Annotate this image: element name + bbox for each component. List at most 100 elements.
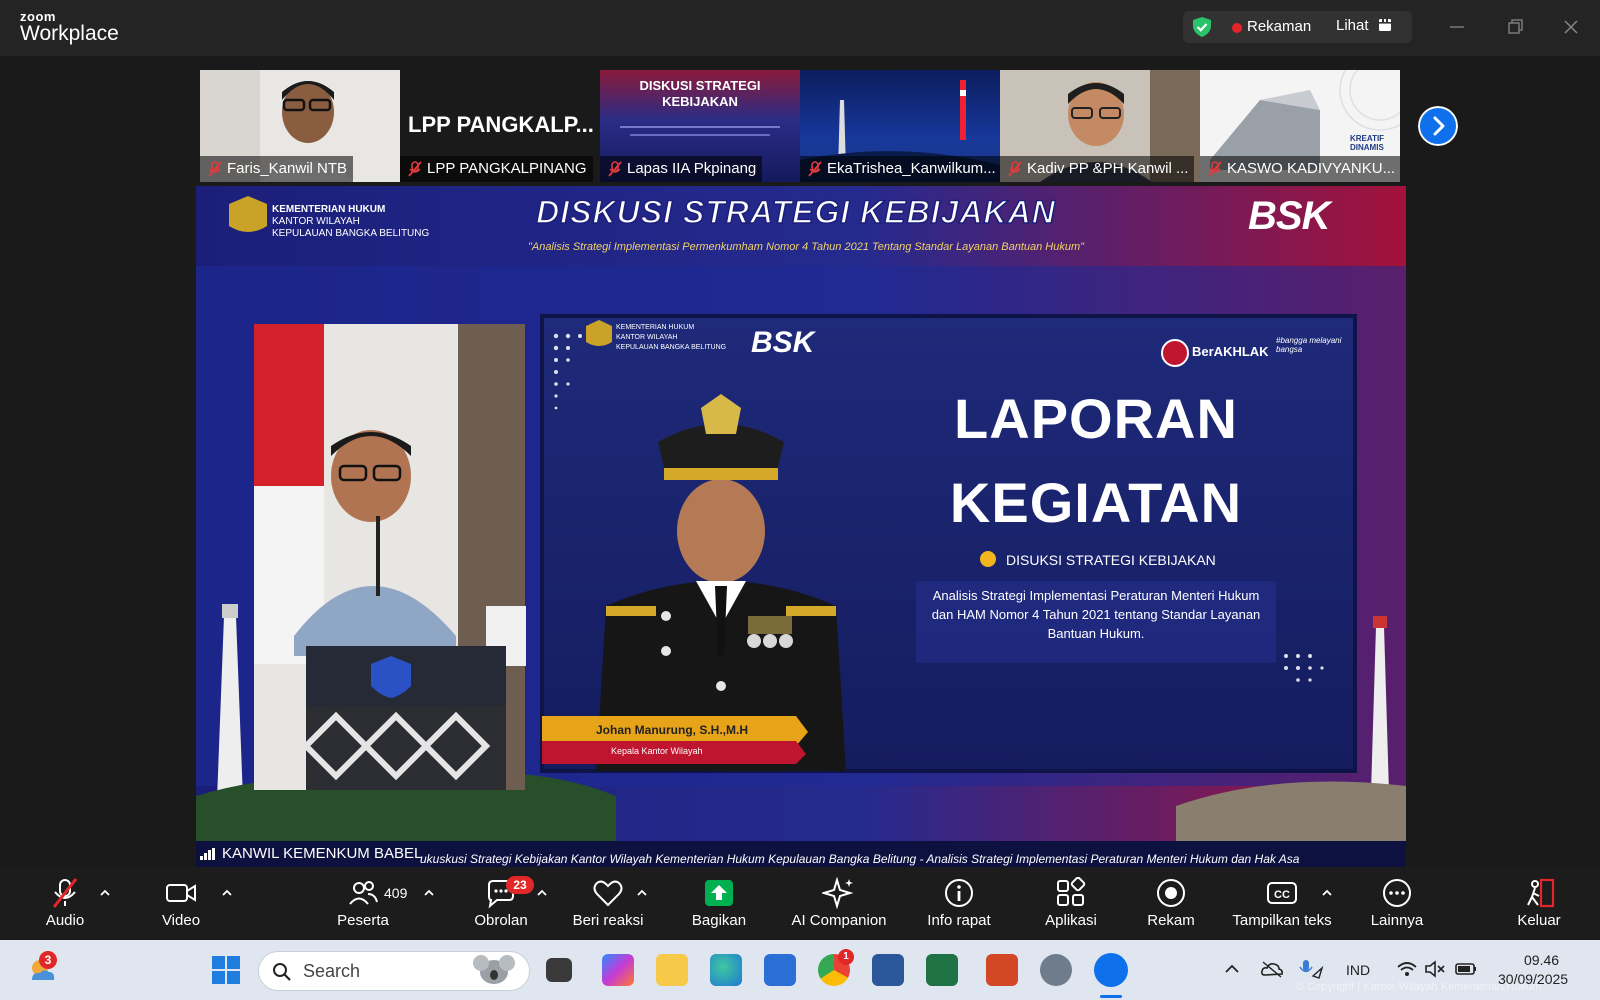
microphone-location-icon[interactable] <box>1298 958 1324 980</box>
participants-options-chevron-icon[interactable] <box>423 888 435 898</box>
wifi-icon[interactable] <box>1396 960 1418 978</box>
captions-label: Tampilkan teks <box>1232 912 1332 929</box>
banner-org-line1: KEMENTERIAN HUKUM <box>272 204 386 215</box>
koala-search-highlight-icon <box>473 955 515 984</box>
copilot-icon[interactable] <box>602 954 634 986</box>
active-speaker-label: KANWIL KEMENKUM BABEL <box>200 845 422 862</box>
slide-event-label: DISUKSI STRATEGI KEBIJAKAN <box>1006 552 1216 568</box>
thumbnail-tile[interactable]: Faris_Kanwil NTB <box>200 70 400 182</box>
chrome-profile-badge: 1 <box>838 949 854 965</box>
thumbnail-banner-text: KREATIF DINAMIS <box>1350 134 1385 152</box>
active-app-indicator <box>1100 995 1122 998</box>
berakhlak-logo: BerAKHLAK <box>1192 344 1269 359</box>
react-button[interactable]: Beri reaksi <box>570 867 646 940</box>
signal-strength-icon <box>200 847 215 860</box>
search-icon <box>273 963 291 981</box>
slide-person-title: Kepala Kantor Wilayah <box>611 746 703 756</box>
thumbnail-name-text: EkaTrishea_Kanwilkum... <box>827 160 996 177</box>
video-options-chevron-icon[interactable] <box>221 888 233 898</box>
ai-companion-label: AI Companion <box>791 912 887 929</box>
audio-options-chevron-icon[interactable] <box>99 888 111 898</box>
zoom-window: zoom Workplace Rekaman Lihat Faris_Kanwi… <box>0 0 1600 1000</box>
thumbnail-tile[interactable]: KREATIF DINAMIS KASWO KADIVYANKU... <box>1200 70 1400 182</box>
record-icon <box>1157 879 1185 907</box>
windows-start-icon[interactable] <box>210 954 242 986</box>
audio-button[interactable]: Audio <box>34 867 96 940</box>
restore-icon[interactable] <box>1500 12 1530 42</box>
captions-options-chevron-icon[interactable] <box>1321 888 1333 898</box>
leave-button[interactable]: Keluar <box>1508 867 1570 940</box>
active-speaker-name: KANWIL KEMENKUM BABEL <box>222 845 423 862</box>
slide-description: Analisis Strategi Implementasi Peraturan… <box>931 588 1261 641</box>
thumbnail-name: EkaTrishea_Kanwilkum... <box>800 156 1000 182</box>
ai-companion-button[interactable]: AI Companion <box>786 867 892 940</box>
muted-mic-icon <box>808 161 822 177</box>
chat-label: Obrolan <box>474 912 528 929</box>
main-video-stage: KEMENTERIAN HUKUM KANTOR WILAYAH KEPULAU… <box>196 186 1406 867</box>
clock-time[interactable]: 09.46 <box>1524 952 1559 968</box>
video-button[interactable]: Video <box>150 867 212 940</box>
more-dots-icon <box>1383 879 1411 907</box>
edge-browser-icon[interactable] <box>710 954 742 986</box>
muted-mic-icon <box>608 161 622 177</box>
title-bar: zoom Workplace Rekaman Lihat <box>0 0 1600 56</box>
svg-text:CC: CC <box>1274 889 1290 901</box>
onedrive-cloud-icon[interactable] <box>1260 960 1284 978</box>
thumbnail-tile[interactable]: LPP PANGKALP... LPP PANGKALPINANG <box>400 70 600 182</box>
banner-org-line3: KEPULAUAN BANGKA BELITUNG <box>272 228 430 239</box>
view-button[interactable]: Lihat <box>1336 17 1369 34</box>
weather-badge: 3 <box>39 951 57 969</box>
task-view-icon[interactable] <box>546 958 572 982</box>
logo-workplace-text: Workplace <box>20 22 119 45</box>
battery-charging-icon[interactable] <box>1454 960 1478 978</box>
participant-thumbnail-strip: Faris_Kanwil NTB LPP PANGKALP... LPP PAN… <box>200 70 1400 182</box>
thumbnail-name: Lapas IIA Pkpinang <box>600 156 763 182</box>
muted-mic-icon <box>208 161 222 177</box>
next-page-arrow-icon[interactable] <box>1418 106 1458 146</box>
thumbnail-name-text: Faris_Kanwil NTB <box>227 160 348 177</box>
thumbnail-name: KASWO KADIVYANKU... <box>1200 156 1400 182</box>
news-ticker: ukuskusi Strategi Kebijakan Kantor Wilay… <box>420 852 1300 866</box>
react-options-chevron-icon[interactable] <box>636 888 648 898</box>
slide-person-name: Johan Manurung, S.H.,M.H <box>596 723 748 737</box>
powerpoint-icon[interactable] <box>986 954 1018 986</box>
settings-gear-icon[interactable] <box>1040 954 1072 986</box>
apps-button[interactable]: Aplikasi <box>1040 867 1102 940</box>
muted-mic-icon <box>1208 161 1222 177</box>
excel-icon[interactable] <box>926 954 958 986</box>
microsoft-store-icon[interactable] <box>764 954 796 986</box>
slide-title-line1: LAPORAN <box>954 387 1238 450</box>
meeting-control-bar: Audio Video Peserta Obrolan Beri reaksi … <box>0 867 1600 940</box>
participants-button[interactable]: Peserta <box>330 867 396 940</box>
chat-unread-badge: 23 <box>506 876 534 894</box>
close-icon[interactable] <box>1556 12 1586 42</box>
volume-muted-icon[interactable] <box>1424 960 1446 978</box>
share-button[interactable]: Bagikan <box>688 867 750 940</box>
thumbnail-tile[interactable]: Kadiv PP &PH Kanwil ... <box>1000 70 1200 182</box>
word-icon[interactable] <box>872 954 904 986</box>
slide-title-line2: KEGIATAN <box>949 471 1243 534</box>
closed-caption-icon: CC <box>1267 882 1297 904</box>
thumbnail-tile[interactable]: EkaTrishea_Kanwilkum... <box>800 70 1000 182</box>
banner-title: DISKUSI STRATEGI KEBIJAKAN <box>535 193 1056 231</box>
leave-label: Keluar <box>1517 912 1561 929</box>
participants-label: Peserta <box>337 912 389 929</box>
record-button[interactable]: Rekam <box>1140 867 1202 940</box>
thumbnail-name-text: KASWO KADIVYANKU... <box>1227 160 1396 177</box>
file-explorer-icon[interactable] <box>656 954 688 986</box>
recording-dot-icon <box>1232 23 1242 33</box>
shield-check-icon[interactable] <box>1190 15 1214 39</box>
apps-label: Aplikasi <box>1045 912 1097 929</box>
more-button[interactable]: Lainnya <box>1364 867 1430 940</box>
input-language-indicator[interactable]: IND <box>1346 962 1370 978</box>
meeting-info-button[interactable]: Info rapat <box>922 867 996 940</box>
thumbnail-tile[interactable]: DISKUSI STRATEGI KEBIJAKAN Lapas IIA Pkp… <box>600 70 800 182</box>
minimize-icon[interactable] <box>1442 12 1472 42</box>
thumbnail-name-text: LPP PANGKALPINANG <box>427 160 587 177</box>
show-hidden-icons-chevron-icon[interactable] <box>1224 962 1240 976</box>
recording-label[interactable]: Rekaman <box>1247 18 1311 35</box>
grid-view-icon[interactable] <box>1378 18 1392 32</box>
captions-button[interactable]: CC Tampilkan teks <box>1228 867 1336 940</box>
zoom-app-icon[interactable] <box>1094 953 1128 987</box>
chat-options-chevron-icon[interactable] <box>536 888 548 898</box>
